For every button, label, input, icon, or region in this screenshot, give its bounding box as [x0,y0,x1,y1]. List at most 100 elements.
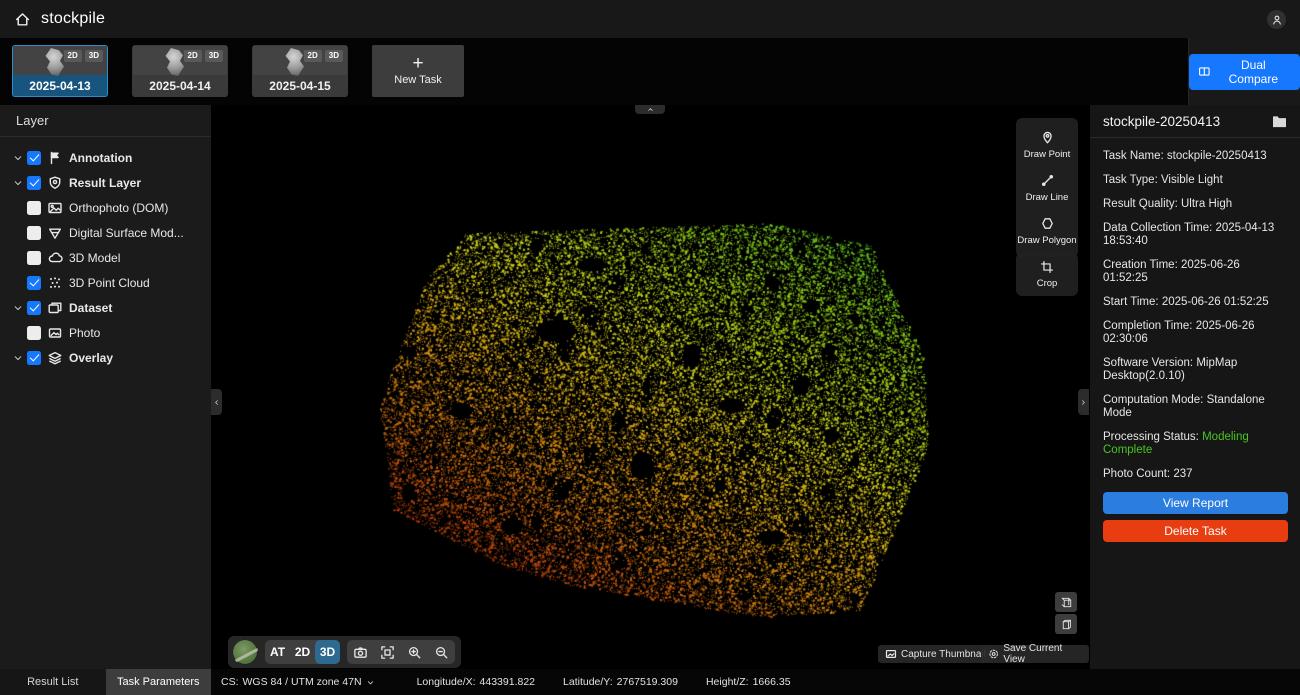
point-cloud-canvas[interactable] [211,105,1089,669]
layer-checkbox-annotation[interactable] [27,151,41,165]
layer-label: Annotation [69,151,132,165]
fit-view-icon [380,645,395,660]
layer-checkbox-orthophoto[interactable] [27,201,41,215]
layer-row-3d-point-cloud[interactable]: 3D Point Cloud [0,270,211,295]
layer-row-digital-surface-model[interactable]: Digital Surface Mod... [0,220,211,245]
draw-point-tool[interactable]: Draw Point [1016,124,1078,167]
user-avatar[interactable] [1267,10,1286,29]
view-report-button[interactable]: View Report [1103,492,1288,514]
layer-panel-title: Layer [0,105,211,137]
bottom-tabs: Result List Task Parameters [0,669,211,695]
field-completion-time: Completion Time: 2025-06-26 02:30:06 [1103,320,1287,346]
view-cube-side-button[interactable] [1055,614,1077,634]
mode-button-2d[interactable]: 2D [290,640,315,664]
layer-label: 3D Point Cloud [69,276,150,290]
cs-label: CS: [221,676,239,688]
dual-compare-label: Dual Compare [1216,58,1291,86]
details-fields: Task Name: stockpile-20250413 Task Type:… [1090,138,1300,542]
zoom-in-button[interactable] [401,640,428,664]
map-viewport[interactable]: Draw Point Draw Line Draw Polygon Crop A… [211,105,1089,669]
delete-task-button[interactable]: Delete Task [1103,520,1288,542]
layer-row-dataset[interactable]: Dataset [0,295,211,320]
folder-icon[interactable] [1272,115,1287,128]
mode-button-at[interactable]: AT [265,640,290,664]
field-creation-time: Creation Time: 2025-06-26 01:52:25 [1103,259,1287,285]
collapse-top-handle[interactable] [635,105,665,114]
layer-checkbox-3d-point-cloud[interactable] [27,276,41,290]
capture-thumbnail-label: Capture Thumbnail [901,649,986,660]
task-card-2025-04-15[interactable]: 2D 3D 2025-04-15 [252,45,348,97]
layer-row-3d-model[interactable]: 3D Model [0,245,211,270]
layer-row-orthophoto[interactable]: Orthophoto (DOM) [0,195,211,220]
layer-row-result-layer[interactable]: Result Layer [0,170,211,195]
task-thumbnail: 2D 3D [133,46,227,75]
layer-checkbox-dsm[interactable] [27,226,41,240]
layer-row-annotation[interactable]: Annotation [0,145,211,170]
layer-checkbox-3d-model[interactable] [27,251,41,265]
layer-row-overlay[interactable]: Overlay [0,345,211,370]
field-start-time: Start Time: 2025-06-26 01:52:25 [1103,296,1287,309]
view-action-group [347,640,455,664]
plus-icon: + [412,56,423,72]
polygon-icon [1040,216,1055,231]
layer-checkbox-result-layer[interactable] [27,176,41,190]
layer-panel: Layer Annotation Result Layer Orthophoto… [0,105,211,669]
crop-icon [1040,260,1054,274]
capture-thumbnail-icon [885,648,897,660]
task-thumbnail: 2D 3D [13,46,107,75]
badge-2d[interactable]: 2D [304,50,322,62]
mode-button-3d[interactable]: 3D [315,640,340,664]
dsm-triangle-icon [47,225,63,241]
mini-map-thumbnail[interactable] [232,639,258,665]
draw-polygon-tool[interactable]: Draw Polygon [1016,210,1078,253]
layer-row-photo[interactable]: Photo [0,320,211,345]
tab-task-parameters[interactable]: Task Parameters [106,669,212,695]
dual-compare-icon [1198,65,1211,78]
status-bar: CS: WGS 84 / UTM zone 47N Longitude/X:44… [211,669,1300,695]
draw-line-tool[interactable]: Draw Line [1016,167,1078,210]
badge-3d[interactable]: 3D [205,50,223,62]
save-current-view-button[interactable]: Save Current View [981,645,1089,663]
layer-label: 3D Model [69,251,120,265]
task-card-2025-04-14[interactable]: 2D 3D 2025-04-14 [132,45,228,97]
model-cloud-icon [47,250,63,266]
badge-2d[interactable]: 2D [184,50,202,62]
layer-checkbox-overlay[interactable] [27,351,41,365]
layer-checkbox-dataset[interactable] [27,301,41,315]
cube-top-icon [1060,596,1073,609]
new-task-label: New Task [394,74,441,86]
capture-thumbnail-button[interactable]: Capture Thumbnail [878,645,993,663]
caret-down-icon[interactable] [13,153,25,163]
draw-toolbar: Draw Point Draw Line Draw Polygon [1016,118,1078,257]
task-card-list: 2D 3D 2025-04-13 2D 3D 2025-04-14 [0,38,1188,105]
field-photo-count: Photo Count: 237 [1103,468,1287,481]
badge-3d[interactable]: 3D [325,50,343,62]
new-task-button[interactable]: + New Task [372,45,464,97]
task-bar: 2D 3D 2025-04-13 2D 3D 2025-04-14 [0,38,1300,105]
crop-tool[interactable]: Crop [1016,257,1078,293]
badge-2d[interactable]: 2D [64,50,82,62]
dual-compare-button[interactable]: Dual Compare [1189,54,1300,90]
details-header: stockpile-20250413 [1090,105,1300,138]
layer-label: Result Layer [69,176,141,190]
caret-down-icon[interactable] [13,303,25,313]
dataset-icon [47,300,63,316]
task-card-2025-04-13[interactable]: 2D 3D 2025-04-13 [12,45,108,97]
home-icon[interactable] [14,11,31,28]
caret-down-icon[interactable] [13,353,25,363]
field-software-version: Software Version: MipMap Desktop(2.0.10) [1103,357,1287,383]
coordinate-system-dropdown[interactable]: CS: WGS 84 / UTM zone 47N [221,676,375,688]
view-toolbar: AT 2D 3D [228,636,461,668]
badge-3d[interactable]: 3D [85,50,103,62]
view-cube-top-button[interactable] [1055,592,1077,612]
zoom-out-button[interactable] [428,640,455,664]
collapse-right-handle[interactable] [1078,389,1089,415]
screenshot-button[interactable] [347,640,374,664]
collapse-left-icon [213,398,220,407]
collapse-up-icon [646,106,655,113]
fit-view-button[interactable] [374,640,401,664]
layer-checkbox-photo[interactable] [27,326,41,340]
collapse-left-handle[interactable] [211,389,222,415]
tab-result-list[interactable]: Result List [0,669,106,695]
caret-down-icon[interactable] [13,178,25,188]
